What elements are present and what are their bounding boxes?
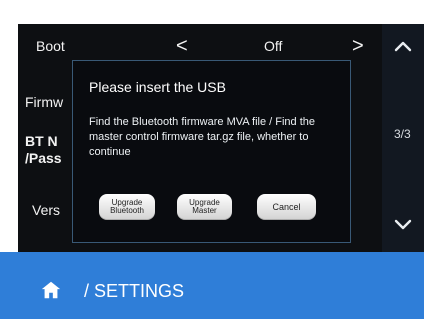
- home-icon[interactable]: [40, 279, 62, 301]
- page-indicator: 3/3: [394, 127, 411, 141]
- password-label: /Pass: [25, 150, 62, 166]
- chevron-up-icon[interactable]: [394, 40, 412, 52]
- firmware-label: Firmw: [25, 94, 64, 110]
- dialog-title: Please insert the USB: [89, 79, 226, 95]
- chevron-down-icon[interactable]: [394, 219, 412, 231]
- settings-screen: Boot < Off > Firmw BT N /Pass Vers 3/3 P…: [0, 0, 424, 319]
- settings-footer: / SETTINGS: [0, 252, 424, 319]
- bt-name-label: BT N: [25, 133, 58, 149]
- upgrade-master-button[interactable]: Upgrade Master: [177, 194, 232, 220]
- version-label: Vers: [32, 202, 61, 218]
- boot-label: Boot: [36, 38, 65, 54]
- upgrade-bluetooth-button[interactable]: Upgrade Bluetooth: [99, 194, 155, 220]
- dialog-message: Find the Bluetooth firmware MVA file / F…: [89, 116, 316, 158]
- breadcrumb: / SETTINGS: [84, 281, 185, 301]
- usb-upgrade-dialog: Please insert the USB Find the Bluetooth…: [72, 60, 351, 243]
- page-sidebar: 3/3: [382, 24, 424, 252]
- cancel-button[interactable]: Cancel: [257, 194, 316, 220]
- boot-next-button[interactable]: >: [352, 36, 364, 56]
- boot-value: Off: [264, 38, 283, 54]
- boot-previous-button[interactable]: <: [176, 36, 188, 56]
